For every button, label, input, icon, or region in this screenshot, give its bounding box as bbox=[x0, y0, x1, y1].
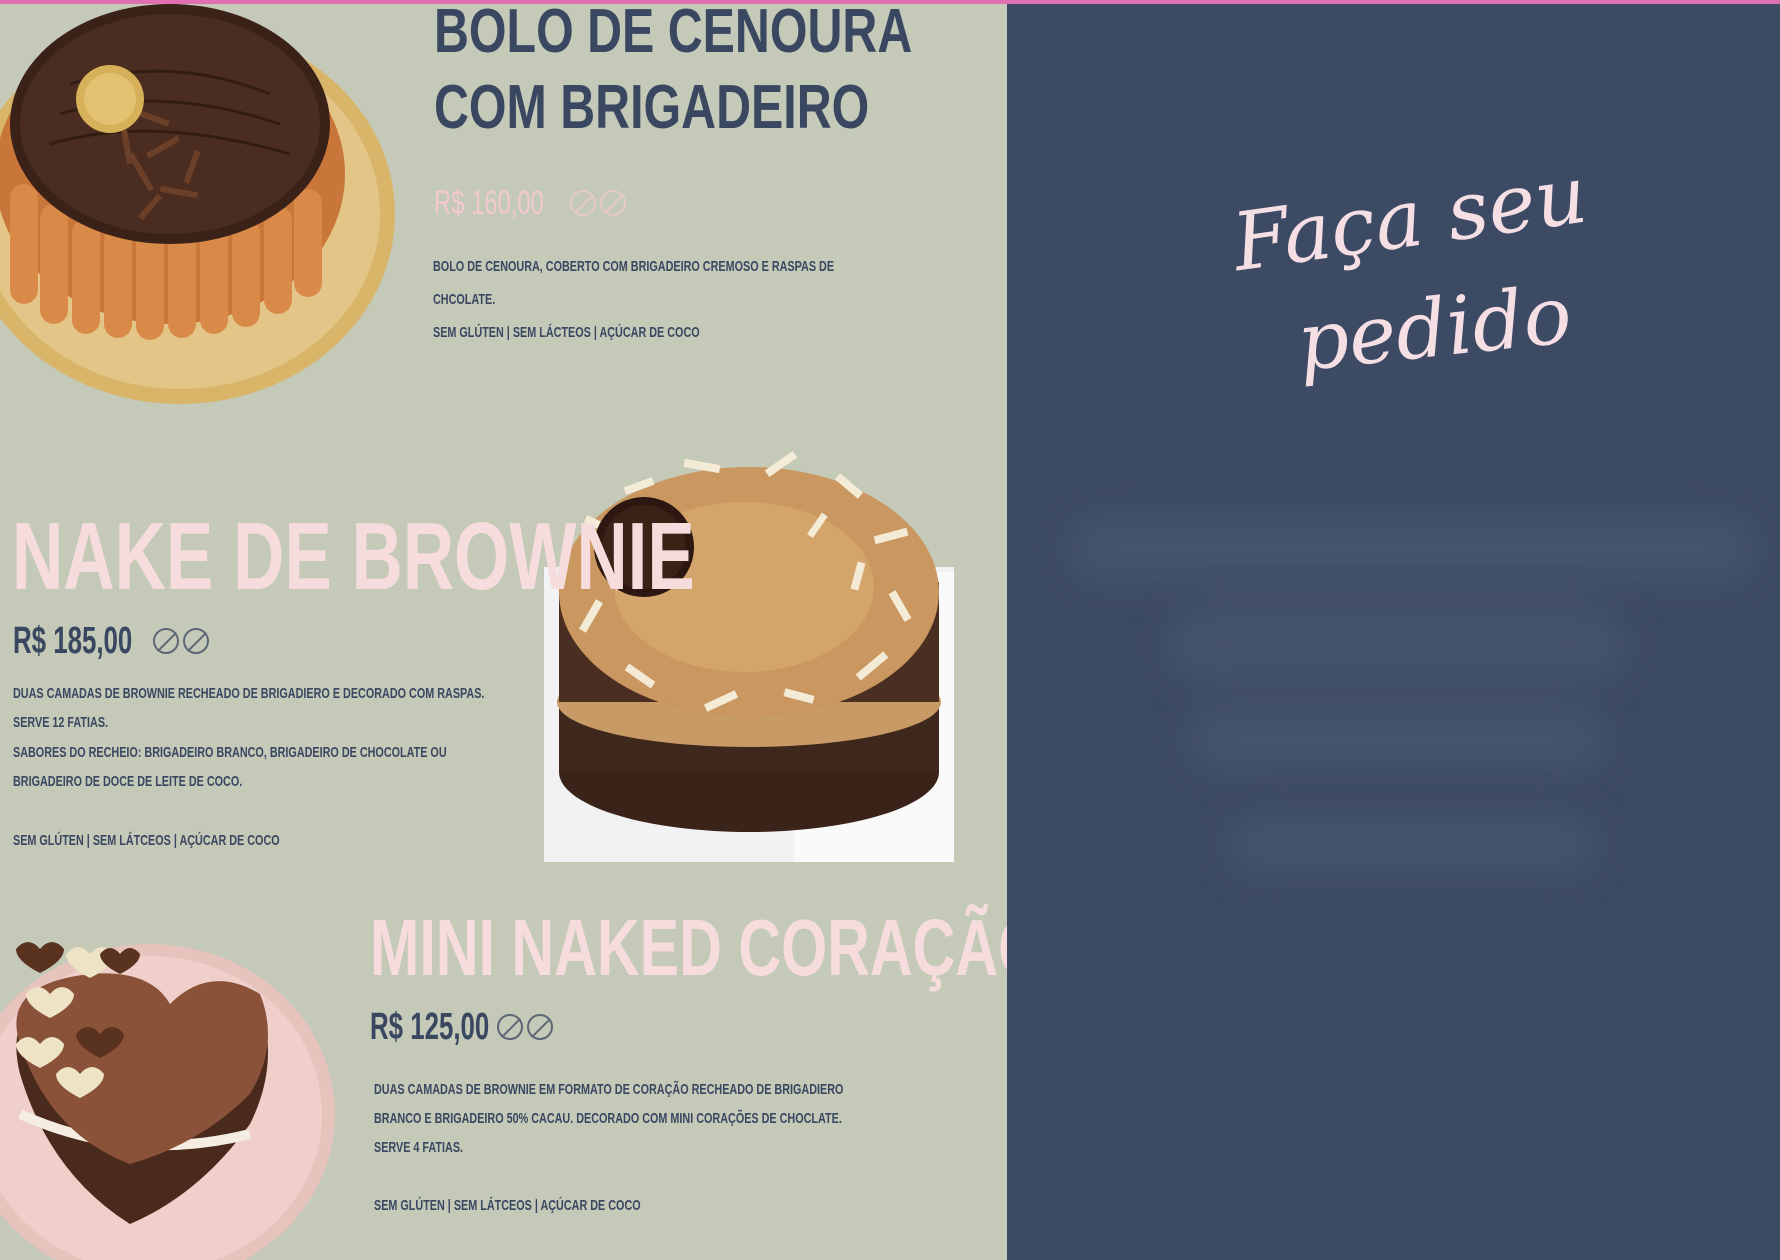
product-description: DUAS CAMADAS DE BROWNIE EM FORMATO DE CO… bbox=[374, 1081, 844, 1098]
dietary-icons bbox=[497, 1014, 553, 1040]
product-description: SERVE 4 FATIAS. bbox=[374, 1139, 464, 1156]
no-dairy-icon bbox=[153, 628, 179, 654]
product-title: COM BRIGADEIRO bbox=[434, 73, 870, 142]
order-script-line: Faça seu bbox=[1227, 147, 1593, 290]
carrot-cake-photo bbox=[0, 4, 395, 404]
product-description: BRANCO E BRIGADEIRO 50% CACAU. DECORADO … bbox=[374, 1110, 842, 1127]
no-dairy-icon bbox=[527, 1014, 553, 1040]
product-description: SABORES DO RECHEIO: BRIGADEIRO BRANCO, B… bbox=[13, 744, 447, 761]
product-tags: SEM GLÚTEN | SEM LÁTCEOS | AÇÚCAR DE COC… bbox=[13, 832, 280, 849]
product-price: R$ 185,00 bbox=[13, 620, 133, 662]
faded-overlay-shape bbox=[1227, 814, 1597, 874]
product-tags: SEM GLÚTEN | SEM LÁTCEOS | AÇÚCAR DE COC… bbox=[374, 1197, 641, 1214]
faded-overlay-shape bbox=[1187, 704, 1607, 774]
no-gluten-icon bbox=[570, 190, 596, 216]
product-price: R$ 160,00 bbox=[434, 184, 544, 222]
no-gluten-icon bbox=[497, 1014, 523, 1040]
product-price: R$ 125,00 bbox=[370, 1006, 490, 1048]
product-description: DUAS CAMADAS DE BROWNIE RECHEADO DE BRIG… bbox=[13, 685, 485, 702]
product-title: BOLO DE CENOURA bbox=[434, 4, 913, 66]
order-panel: Faça seu pedido bbox=[1007, 4, 1780, 1260]
product-title: NAKE DE BROWNIE bbox=[12, 503, 695, 610]
product-tags: SEM GLÚTEN | SEM LÁCTEOS | AÇÚCAR DE COC… bbox=[433, 324, 700, 341]
faded-overlay-shape bbox=[1167, 604, 1627, 684]
product-description: SERVE 12 FATIAS. bbox=[13, 714, 109, 731]
dietary-icons bbox=[570, 190, 626, 216]
order-script-line: pedido bbox=[1292, 267, 1576, 390]
no-gluten-icon bbox=[183, 628, 209, 654]
product-description: BOLO DE CENOURA, COBERTO COM BRIGADEIRO … bbox=[433, 258, 835, 275]
heart-cake-photo bbox=[0, 942, 335, 1260]
no-dairy-icon bbox=[600, 190, 626, 216]
menu-page: BOLO DE CENOURA COM BRIGADEIRO R$ 160,00… bbox=[0, 4, 1007, 1260]
product-title: MINI NAKED CORAÇÃO bbox=[370, 903, 1007, 992]
product-description: BRIGADEIRO DE DOCE DE LEITE DE COCO. bbox=[13, 773, 243, 790]
dietary-icons bbox=[153, 628, 209, 654]
product-description: CHCOLATE. bbox=[433, 291, 496, 308]
faded-overlay-shape bbox=[1067, 514, 1757, 584]
